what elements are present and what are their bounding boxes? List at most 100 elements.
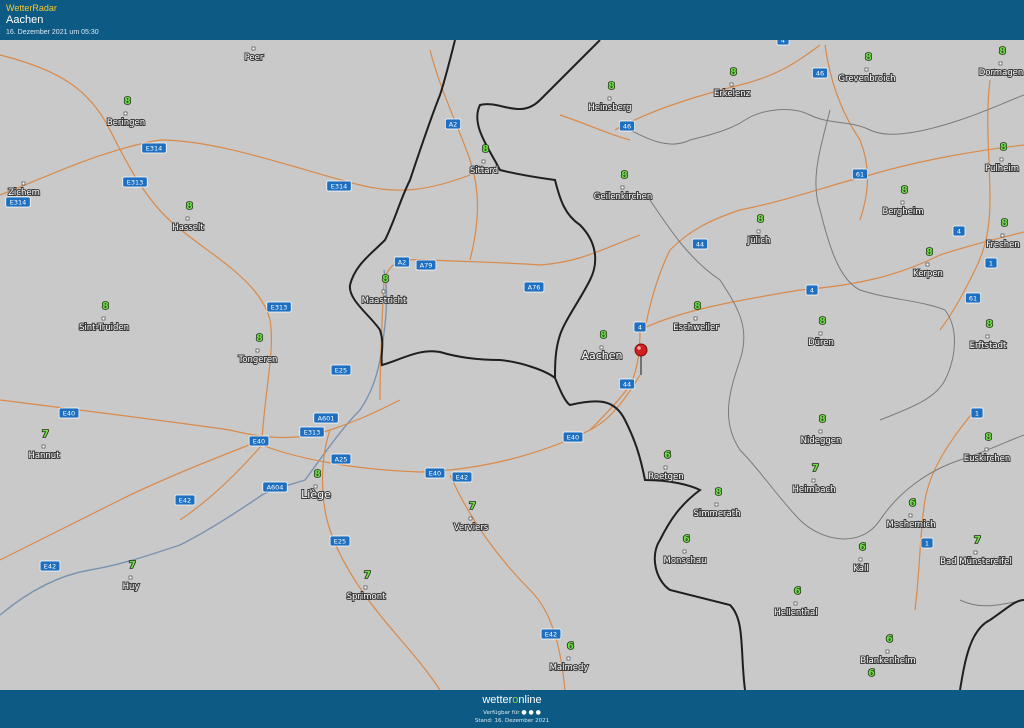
city-label: Hellenthal <box>774 608 817 618</box>
city-dot-icon <box>973 550 978 555</box>
temperature-value: 8 <box>926 247 933 258</box>
temperature-value: 8 <box>608 81 615 92</box>
road-shield-e314: E314 <box>141 142 167 154</box>
footer-bar: wetteronline Verfügbar für ● ● ● Stand: … <box>0 690 1024 728</box>
temperature-value: 8 <box>819 414 826 425</box>
city-dot-icon <box>251 46 256 51</box>
temperature-value: 8 <box>382 274 389 285</box>
header-bar: WetterRadar Aachen 16. Dezember 2021 um … <box>0 0 1024 40</box>
road-shield-46: 46 <box>619 120 635 132</box>
city-dot-icon <box>818 331 823 336</box>
temperature-value: 8 <box>819 316 826 327</box>
road-shield-46: 46 <box>812 67 828 79</box>
road-shield-61: 61 <box>852 168 868 180</box>
road-shield-e42: E42 <box>174 494 196 506</box>
temperature-value: 8 <box>186 201 193 212</box>
road-shield-44: 44 <box>619 378 635 390</box>
temperature-value: 8 <box>256 333 263 344</box>
city-extra-39[interactable]: 6 <box>867 667 876 680</box>
city-label: Heinsberg <box>588 103 631 113</box>
road-shield-label: 46 <box>816 70 824 78</box>
city-label: Verviers <box>454 523 489 533</box>
timestamp: 16. Dezember 2021 um 05:30 <box>6 29 99 36</box>
city-dot-icon <box>682 549 687 554</box>
temperature-value: 6 <box>859 542 866 553</box>
city-label: Hannut <box>28 451 60 461</box>
city-dot-icon <box>607 96 612 101</box>
temperature-value: 7 <box>364 570 371 581</box>
city-dot-icon <box>811 478 816 483</box>
weather-radar-map[interactable]: A2A2 A79A76464661614444444111E314E314E314… <box>0 40 1024 690</box>
city-label: Mechernich <box>886 520 935 530</box>
city-dot-icon <box>693 316 698 321</box>
road-shield-e314: E314 <box>5 196 31 208</box>
road-shield-e314: E314 <box>326 180 352 192</box>
road-shield-label: A76 <box>528 284 541 292</box>
road-shield-a2: A2 <box>394 256 410 268</box>
city-dot-icon <box>984 447 989 452</box>
road-shield-label: A601 <box>318 415 335 423</box>
platform-icons: ● ● ● <box>521 709 541 716</box>
city-label: Jülich <box>747 236 771 246</box>
road-shield-label: A2 <box>449 121 458 129</box>
city-dot-icon <box>885 649 890 654</box>
road-shield-label: E313 <box>271 304 288 312</box>
temperature-value: 8 <box>901 185 908 196</box>
road-shield-a604: A604 <box>262 481 288 493</box>
city-dot-icon <box>185 216 190 221</box>
temperature-value: 8 <box>986 319 993 330</box>
road-shield-e42: E42 <box>39 560 61 572</box>
city-dot-icon <box>858 557 863 562</box>
temperature-value: 6 <box>868 668 875 679</box>
road-shield-label: 4 <box>781 40 785 45</box>
temperature-value: 8 <box>102 301 109 312</box>
city-dot-icon <box>900 200 905 205</box>
road-shield-label: E313 <box>304 429 321 437</box>
city-label: Malmedy <box>550 663 589 673</box>
road-shield-61: 61 <box>965 292 981 304</box>
temperature-value: 7 <box>129 560 136 571</box>
city-label: Peer <box>245 53 264 63</box>
city-label: Erftstadt <box>970 341 1007 351</box>
city-dot-icon <box>925 262 930 267</box>
city-label: Bad Münstereifel <box>940 557 1012 567</box>
road-shield-e313: E313 <box>122 176 148 188</box>
temperature-value: 8 <box>694 301 701 312</box>
road-shield-e42: E42 <box>540 628 562 640</box>
temperature-value: 8 <box>730 67 737 78</box>
temperature-value: 8 <box>715 487 722 498</box>
road-shield-label: E40 <box>429 470 441 478</box>
city-label: Pulheim <box>985 164 1019 174</box>
city-label: Sittard <box>470 166 498 176</box>
road-shield-label: 61 <box>856 171 864 179</box>
red-map-pin-icon[interactable] <box>634 343 648 357</box>
temperature-value: 6 <box>664 450 671 461</box>
temperature-value: 8 <box>1000 142 1007 153</box>
road-shield-e25: E25 <box>330 364 352 376</box>
road-shield-label: 4 <box>957 228 961 236</box>
city-label: Sprimont <box>347 592 387 602</box>
city-dot-icon <box>566 656 571 661</box>
city-dot-icon <box>714 502 719 507</box>
logo-part-1: wetter <box>482 694 513 706</box>
road-shield-a25: A25 <box>330 453 352 465</box>
road-shield-label: E25 <box>334 538 346 546</box>
road-shield-a79: A79 <box>415 259 437 271</box>
road-shield-label: E42 <box>545 631 557 639</box>
road-shield-label: A604 <box>267 484 284 492</box>
road-shield-label: E42 <box>44 563 56 571</box>
wetteronline-logo[interactable]: wetteronline <box>0 694 1024 706</box>
road-shield-label: E313 <box>127 179 144 187</box>
city-dot-icon <box>255 348 260 353</box>
logo-part-3: nline <box>518 694 542 706</box>
city-dot-icon <box>908 513 913 518</box>
temperature-value: 8 <box>600 330 607 341</box>
city-dot-icon <box>21 181 26 186</box>
temperature-value: 8 <box>999 46 1006 57</box>
road-shield-e313: E313 <box>299 426 325 438</box>
city-label: Geilenkirchen <box>594 192 652 202</box>
city-dot-icon <box>381 289 386 294</box>
temperature-value: 8 <box>482 144 489 155</box>
road-shield-e40: E40 <box>424 467 446 479</box>
road-shield-1: 1 <box>984 257 998 269</box>
